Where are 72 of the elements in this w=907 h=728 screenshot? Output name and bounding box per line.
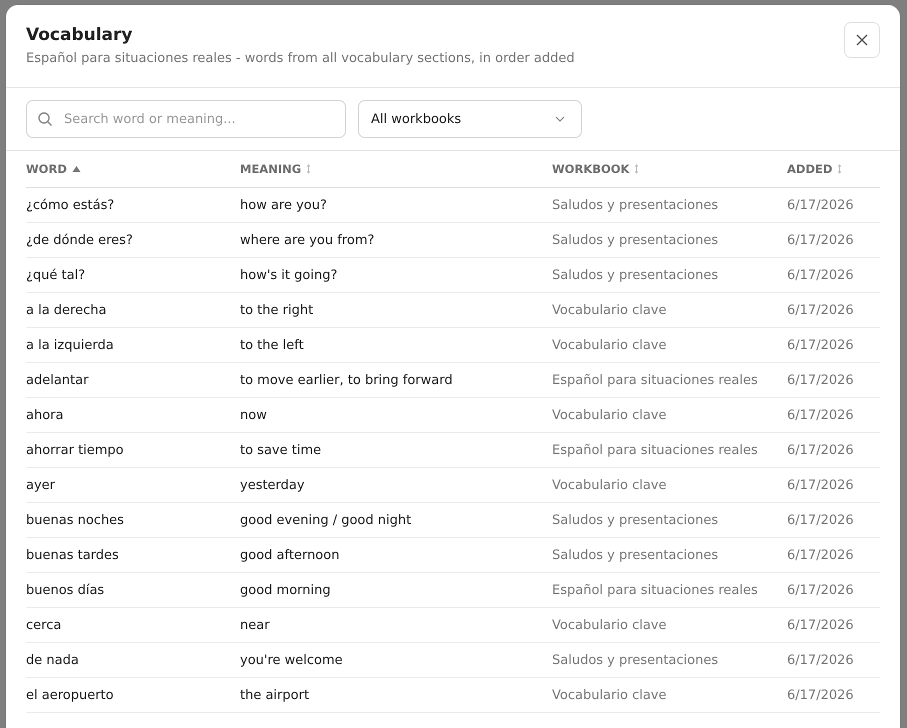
date-cell: 6/17/2026	[787, 198, 854, 212]
workbook-cell: Español para situaciones reales	[552, 582, 758, 598]
workbook-cell: Saludos y presentaciones	[552, 652, 718, 668]
word-cell: a la derecha	[26, 302, 106, 318]
meaning-cell: how's it going?	[240, 268, 338, 282]
word-cell: ¿cómo estás?	[26, 198, 114, 212]
word-cell: ahorrar tiempo	[26, 442, 124, 458]
chevron-down-icon	[555, 116, 565, 122]
word-cell: ahora	[26, 408, 64, 422]
date-cell: 6/17/2026	[787, 232, 854, 248]
workbook-cell: Saludos y presentaciones	[552, 548, 718, 562]
workbook-cell: Vocabulario clave	[552, 408, 666, 422]
meaning-cell: now	[240, 408, 267, 422]
meaning-cell: to the right	[240, 302, 314, 318]
meaning-cell: yesterday	[240, 478, 305, 492]
word-cell: buenas noches	[26, 512, 124, 528]
date-cell: 6/17/2026	[787, 618, 854, 632]
column-header[interactable]: WORD	[26, 162, 67, 176]
dialog-title: Vocabulary	[26, 25, 134, 45]
column-header[interactable]: ADDED	[787, 162, 832, 176]
workbook-cell: Vocabulario clave	[552, 478, 666, 492]
date-cell: 6/17/2026	[787, 302, 854, 318]
meaning-cell: good evening / good night	[240, 512, 412, 528]
word-cell: buenas tardes	[26, 548, 119, 562]
meaning-cell: near	[240, 618, 270, 632]
word-cell: buenos días	[26, 582, 104, 598]
word-cell: ayer	[26, 478, 56, 492]
meaning-cell: to move earlier, to bring forward	[240, 372, 453, 388]
workbook-cell: Vocabulario clave	[552, 618, 666, 632]
date-cell: 6/17/2026	[787, 582, 854, 598]
close-button[interactable]	[844, 22, 880, 58]
date-cell: 6/17/2026	[787, 338, 854, 352]
word-cell: ¿de dónde eres?	[26, 232, 133, 248]
workbook-cell: Vocabulario clave	[552, 338, 666, 352]
workbook-cell: Vocabulario clave	[552, 302, 666, 318]
close-icon	[855, 33, 869, 47]
meaning-cell: how are you?	[240, 198, 327, 212]
workbook-cell: Saludos y presentaciones	[552, 512, 718, 528]
dialog-subtitle: Español para situaciones reales - words from all vocabulary sections, in order added	[26, 51, 575, 66]
workbook-cell: Saludos y presentaciones	[552, 268, 718, 282]
word-cell: cerca	[26, 618, 62, 632]
meaning-cell: where are you from?	[240, 232, 374, 248]
word-cell: de nada	[26, 652, 79, 668]
date-cell: 6/17/2026	[787, 478, 854, 492]
word-cell: a la izquierda	[26, 338, 114, 352]
meaning-cell: to save time	[240, 442, 322, 458]
column-header[interactable]: MEANING	[240, 162, 302, 176]
date-cell: 6/17/2026	[787, 442, 854, 458]
word-cell: el aeropuerto	[26, 688, 114, 702]
meaning-cell: to the left	[240, 338, 304, 352]
word-cell: adelantar	[26, 372, 88, 388]
date-cell: 6/17/2026	[787, 688, 854, 702]
date-cell: 6/17/2026	[787, 372, 854, 388]
workbook-cell: Saludos y presentaciones	[552, 198, 718, 212]
meaning-cell: good afternoon	[240, 548, 340, 562]
date-cell: 6/17/2026	[787, 268, 854, 282]
meaning-cell: the airport	[240, 688, 310, 702]
workbook-cell: Español para situaciones reales	[552, 442, 758, 458]
workbook-dropdown[interactable]: All workbooks	[358, 100, 582, 138]
date-cell: 6/17/2026	[787, 512, 854, 528]
column-header[interactable]: WORKBOOK	[552, 162, 630, 176]
date-cell: 6/17/2026	[787, 548, 854, 562]
search-icon	[37, 111, 53, 127]
date-cell: 6/17/2026	[787, 652, 854, 668]
search-field[interactable]: Search word or meaning...	[26, 100, 346, 138]
date-cell: 6/17/2026	[787, 408, 854, 422]
workbook-cell: Español para situaciones reales	[552, 372, 758, 388]
workbook-cell: Saludos y presentaciones	[552, 232, 718, 248]
meaning-cell: you're welcome	[240, 652, 343, 668]
meaning-cell: good morning	[240, 582, 331, 598]
workbook-cell: Vocabulario clave	[552, 688, 666, 702]
word-cell: ¿qué tal?	[26, 268, 86, 282]
